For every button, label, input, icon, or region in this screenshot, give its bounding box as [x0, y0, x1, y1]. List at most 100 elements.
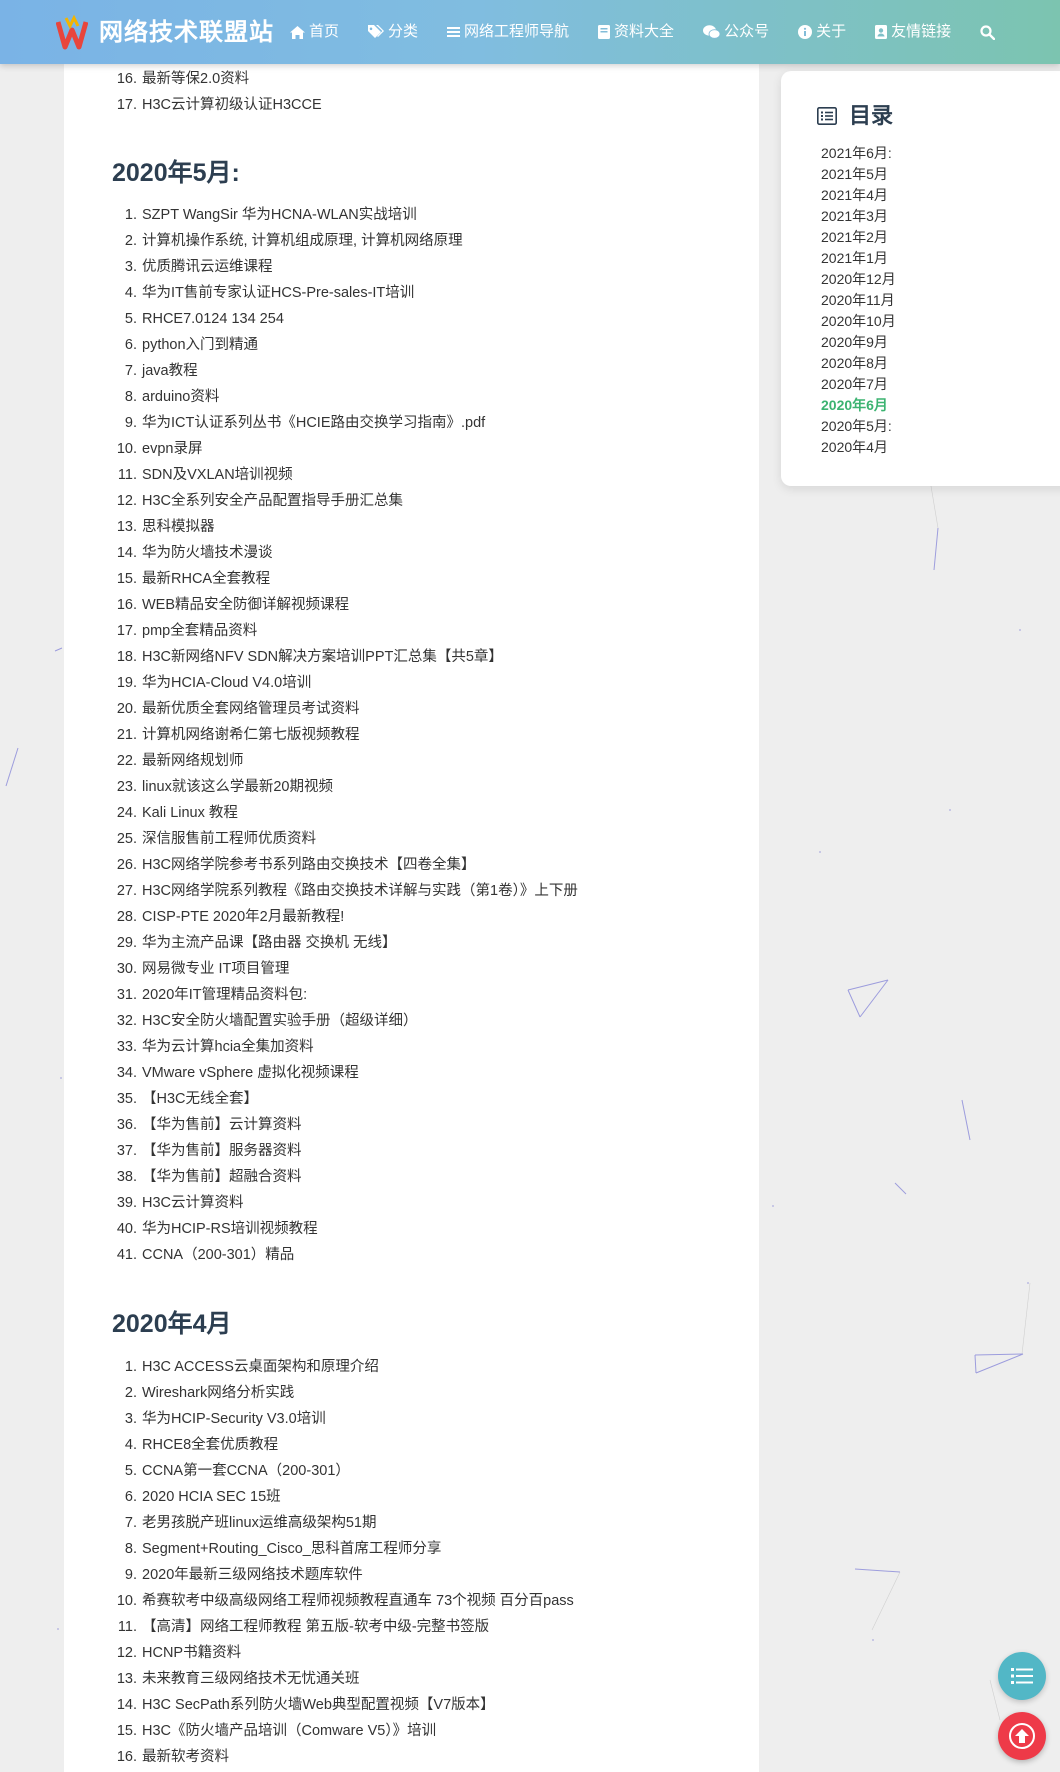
list-item[interactable]: 11. 【高清】网络工程师教程 第五版-软考中级-完整书签版 [64, 1614, 759, 1640]
list-item[interactable]: 17. H3C云计算初级认证H3CCE [64, 92, 759, 118]
nav-engineer-guide[interactable]: 网络工程师导航 [447, 22, 569, 42]
list-item[interactable]: 8. arduino资料 [64, 384, 759, 410]
list-item-number: 15. [116, 571, 137, 587]
list-item-text: 【H3C无线全套】 [142, 1091, 259, 1107]
list-item-text: 老男孩脱产班linux运维高级架构51期 [142, 1515, 377, 1531]
toc-item[interactable]: 2021年4月 [821, 185, 896, 206]
list-item[interactable]: 19. 华为HCIA-Cloud V4.0培训 [64, 670, 759, 696]
list-item[interactable]: 5. RHCE7.0124 134 254 [64, 306, 759, 332]
list-item-number: 16. [116, 1749, 137, 1765]
site-title[interactable]: 网络技术联盟站 [99, 18, 274, 48]
list-item[interactable]: 9. 2020年最新三级网络技术题库软件 [64, 1562, 759, 1588]
list-item-text: pmp全套精品资料 [142, 623, 258, 639]
list-item[interactable]: 37. 【华为售前】服务器资料 [64, 1138, 759, 1164]
list-item[interactable]: 3. 华为HCIP-Security V3.0培训 [64, 1406, 759, 1432]
list-item[interactable]: 9. 华为ICT认证系列丛书《HCIE路由交换学习指南》.pdf [64, 410, 759, 436]
list-item[interactable]: 5. CCNA第一套CCNA（200-301） [64, 1458, 759, 1484]
list-item[interactable]: 17. pmp全套精品资料 [64, 618, 759, 644]
list-item[interactable]: 31. 2020年IT管理精品资料包: [64, 982, 759, 1008]
list-item-number: 12. [116, 1645, 137, 1661]
list-item[interactable]: 8. Segment+Routing_Cisco_思科首席工程师分享 [64, 1536, 759, 1562]
list-item[interactable]: 7. 老男孩脱产班linux运维高级架构51期 [64, 1510, 759, 1536]
list-item[interactable]: 10. 希赛软考中级高级网络工程师视频教程直通车 73个视频 百分百pass [64, 1588, 759, 1614]
list-item[interactable]: 7. java教程 [64, 358, 759, 384]
list-item[interactable]: 35. 【H3C无线全套】 [64, 1086, 759, 1112]
nav-home[interactable]: 首页 [290, 22, 339, 42]
list-item[interactable]: 4. 华为IT售前专家认证HCS-Pre-sales-IT培训 [64, 280, 759, 306]
toc-item[interactable]: 2021年2月 [821, 227, 896, 248]
list-item[interactable]: 12. H3C全系列安全产品配置指导手册汇总集 [64, 488, 759, 514]
toc-item[interactable]: 2021年1月 [821, 248, 896, 269]
list-item[interactable]: 18. H3C新网络NFV SDN解决方案培训PPT汇总集【共5章】 [64, 644, 759, 670]
toc-item[interactable]: 2020年4月 [821, 437, 896, 458]
list-item[interactable]: 15. H3C《防火墙产品培训（Comware V5）》培训 [64, 1718, 759, 1744]
w-logo-icon[interactable] [56, 14, 88, 50]
list-item[interactable]: 1. SZPT WangSir 华为HCNA-WLAN实战培训 [64, 202, 759, 228]
nav-friend-links-label: 友情链接 [891, 23, 952, 40]
list-item[interactable]: 4. RHCE8全套优质教程 [64, 1432, 759, 1458]
list-item[interactable]: 14. H3C SecPath系列防火墙Web典型配置视频【V7版本】 [64, 1692, 759, 1718]
list-item[interactable]: 16. 最新软考资料 [64, 1744, 759, 1770]
list-item[interactable]: 28. CISP-PTE 2020年2月最新教程! [64, 904, 759, 930]
list-item[interactable]: 33. 华为云计算hcia全集加资料 [64, 1034, 759, 1060]
list-item[interactable]: 39. H3C云计算资料 [64, 1190, 759, 1216]
list-item[interactable]: 38. 【华为售前】超融合资料 [64, 1164, 759, 1190]
toc-item[interactable]: 2021年6月: [821, 143, 896, 164]
list-item[interactable]: 24. Kali Linux 教程 [64, 800, 759, 826]
toc-item[interactable]: 2021年3月 [821, 206, 896, 227]
list-item[interactable]: 40. 华为HCIP-RS培训视频教程 [64, 1216, 759, 1242]
list-item[interactable]: 12. HCNP书籍资料 [64, 1640, 759, 1666]
list-item[interactable]: 32. H3C安全防火墙配置实验手册（超级详细） [64, 1008, 759, 1034]
search-button[interactable] [980, 24, 996, 40]
list-item-text: linux就该这么学最新20期视频 [142, 779, 333, 795]
list-item[interactable]: 41. CCNA（200-301）精品 [64, 1242, 759, 1268]
list-item[interactable]: 21. 计算机网络谢希仁第七版视频教程 [64, 722, 759, 748]
toc-item[interactable]: 2020年12月 [821, 269, 896, 290]
nav-resources[interactable]: 资料大全 [598, 22, 674, 42]
list-item[interactable]: 25. 深信服售前工程师优质资料 [64, 826, 759, 852]
list-item[interactable]: 16. 最新等保2.0资料 [64, 66, 759, 92]
list-item-number: 1. [124, 1359, 137, 1375]
toc-item[interactable]: 2021年5月 [821, 164, 896, 185]
nav-friend-links[interactable]: 友情链接 [875, 22, 951, 42]
list-item-text: 华为HCIA-Cloud V4.0培训 [142, 675, 312, 691]
list-item[interactable]: 23. linux就该这么学最新20期视频 [64, 774, 759, 800]
toc-item[interactable]: 2020年11月 [821, 290, 896, 311]
toc-item[interactable]: 2020年6月 [821, 395, 896, 416]
list-item[interactable]: 15. 最新RHCA全套教程 [64, 566, 759, 592]
list-item[interactable]: 11. SDN及VXLAN培训视频 [64, 462, 759, 488]
list-item[interactable]: 16. WEB精品安全防御详解视频课程 [64, 592, 759, 618]
list-item[interactable]: 34. VMware vSphere 虚拟化视频课程 [64, 1060, 759, 1086]
list-item[interactable]: 1. H3C ACCESS云桌面架构和原理介绍 [64, 1354, 759, 1380]
list-item[interactable]: 2. Wireshark网络分析实践 [64, 1380, 759, 1406]
toc-item[interactable]: 2020年9月 [821, 332, 896, 353]
toc-item[interactable]: 2020年7月 [821, 374, 896, 395]
list-item[interactable]: 6. 2020 HCIA SEC 15班 [64, 1484, 759, 1510]
list-item[interactable]: 30. 网易微专业 IT项目管理 [64, 956, 759, 982]
back-to-top-button[interactable] [998, 1712, 1046, 1760]
toc-item[interactable]: 2020年5月: [821, 416, 896, 437]
list-item[interactable]: 3. 优质腾讯云运维课程 [64, 254, 759, 280]
toc-toggle-button[interactable] [998, 1652, 1046, 1700]
list-item-number: 26. [116, 857, 137, 873]
list-item[interactable]: 27. H3C网络学院系列教程《路由交换技术详解与实践（第1卷）》上下册 [64, 878, 759, 904]
nav-wechat[interactable]: 公众号 [703, 22, 769, 42]
list-item[interactable]: 29. 华为主流产品课【路由器 交换机 无线】 [64, 930, 759, 956]
list-item-text: H3C SecPath系列防火墙Web典型配置视频【V7版本】 [142, 1697, 495, 1713]
list-item-text: 最新优质全套网络管理员考试资料 [142, 701, 360, 717]
list-item[interactable]: 6. python入门到精通 [64, 332, 759, 358]
list-item-number: 6. [124, 337, 137, 353]
list-item[interactable]: 14. 华为防火墙技术漫谈 [64, 540, 759, 566]
list-item[interactable]: 20. 最新优质全套网络管理员考试资料 [64, 696, 759, 722]
nav-categories[interactable]: 分类 [368, 22, 418, 42]
toc-item[interactable]: 2020年10月 [821, 311, 896, 332]
toc-item[interactable]: 2020年8月 [821, 353, 896, 374]
list-item[interactable]: 2. 计算机操作系统, 计算机组成原理, 计算机网络原理 [64, 228, 759, 254]
list-item[interactable]: 13. 思科模拟器 [64, 514, 759, 540]
nav-about[interactable]: 关于 [798, 22, 846, 42]
list-item[interactable]: 36. 【华为售前】云计算资料 [64, 1112, 759, 1138]
list-item[interactable]: 13. 未来教育三级网络技术无忧通关班 [64, 1666, 759, 1692]
list-item[interactable]: 10. evpn录屏 [64, 436, 759, 462]
list-item[interactable]: 26. H3C网络学院参考书系列路由交换技术【四卷全集】 [64, 852, 759, 878]
list-item[interactable]: 22. 最新网络规划师 [64, 748, 759, 774]
